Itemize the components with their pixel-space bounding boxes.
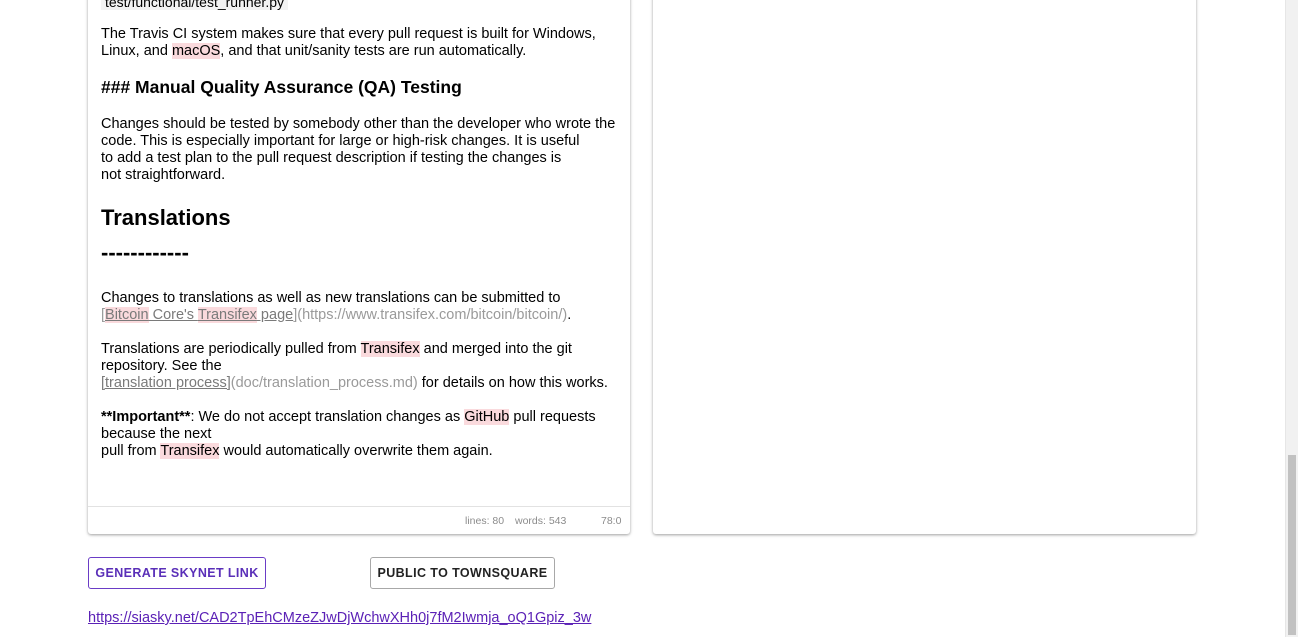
trans3-line-2: because the next bbox=[101, 426, 212, 442]
cursor-position: 78:0 bbox=[601, 515, 622, 527]
qa-paragraph: Changes should be tested by somebody oth… bbox=[101, 116, 615, 184]
trans3-line-3: pull from Transifex would automatically … bbox=[101, 443, 596, 460]
misspelled-word: Bitcoin bbox=[105, 307, 149, 323]
qa-heading: ### Manual Quality Assurance (QA) Testin… bbox=[101, 77, 462, 97]
text-fragment: and merged into the git bbox=[419, 341, 572, 357]
qa-line: to add a test plan to the pull request d… bbox=[101, 150, 562, 166]
text-fragment: pull requests bbox=[509, 409, 596, 425]
text-fragment: : We do not accept translation changes a… bbox=[190, 409, 465, 425]
link-url: (https://www.transifex.com/bitcoin/bitco… bbox=[297, 307, 568, 323]
translations-paragraph-3: **Important**: We do not accept translat… bbox=[101, 409, 596, 460]
misspelled-word: GitHub bbox=[464, 409, 510, 425]
misspelled-word: Transifex bbox=[160, 443, 220, 459]
text-fragment: would automatically overwrite them again… bbox=[219, 443, 493, 459]
qa-line: code. This is especially important for l… bbox=[101, 133, 580, 149]
translation-process-link[interactable]: [translation process] bbox=[101, 375, 231, 391]
text-fragment: . bbox=[567, 307, 572, 323]
trans3-line-1: **Important**: We do not accept translat… bbox=[101, 409, 596, 426]
link-fragment: Core's bbox=[148, 307, 198, 323]
misspelled-word: macOS bbox=[171, 43, 221, 59]
code-fragment: test/functional/test_runner.py bbox=[101, 0, 288, 10]
trans2-line-2: repository. See the bbox=[101, 358, 222, 374]
travis-line-1: The Travis CI system makes sure that eve… bbox=[101, 26, 596, 42]
translations-heading: Translations bbox=[101, 205, 231, 230]
generate-skynet-link-button[interactable]: GENERATE SKYNET LINK bbox=[88, 557, 266, 589]
word-count: words: 543 bbox=[515, 515, 567, 527]
editor-status-bar: lines: 80 words: 543 78:0 bbox=[88, 506, 630, 534]
public-to-townsquare-button[interactable]: PUBLIC TO TOWNSQUARE bbox=[370, 557, 555, 589]
qa-line: not straightforward. bbox=[101, 167, 226, 183]
text-fragment: for details on how this works. bbox=[417, 375, 608, 391]
link-fragment: page bbox=[256, 307, 294, 323]
trans1-line-1: Changes to translations as well as new t… bbox=[101, 290, 561, 306]
line-count: lines: 80 bbox=[465, 515, 505, 527]
code-line: test/functional/test_runner.py bbox=[101, 0, 288, 12]
text-fragment: Linux, and bbox=[101, 43, 172, 59]
page-scrollbar[interactable] bbox=[1285, 0, 1298, 637]
translations-rule: ------------ bbox=[101, 240, 189, 265]
translations-paragraph-2: Translations are periodically pulled fro… bbox=[101, 341, 608, 392]
trans2-line-3: [translation process](doc/translation_pr… bbox=[101, 375, 608, 392]
trans1-line-2: [Bitcoin Core's Transifex page](https://… bbox=[101, 307, 571, 324]
misspelled-word: Transifex bbox=[360, 341, 420, 357]
text-fragment: pull from bbox=[101, 443, 161, 459]
text-fragment: , and that unit/sanity tests are run aut… bbox=[220, 43, 527, 59]
trans2-line-1: Translations are periodically pulled fro… bbox=[101, 341, 608, 358]
skynet-link[interactable]: https://siasky.net/CAD2TpEhCMzeZJwDjWchw… bbox=[88, 610, 591, 626]
translations-paragraph-1: Changes to translations as well as new t… bbox=[101, 290, 571, 324]
link-url: (doc/translation_process.md) bbox=[230, 375, 418, 391]
scrollbar-thumb[interactable] bbox=[1288, 455, 1296, 635]
qa-line: Changes should be tested by somebody oth… bbox=[101, 116, 616, 132]
text-fragment: Translations are periodically pulled fro… bbox=[101, 341, 361, 357]
travis-line-2: Linux, and macOS, and that unit/sanity t… bbox=[101, 43, 596, 60]
preview-pane bbox=[653, 0, 1196, 534]
markdown-editor[interactable]: test/functional/test_runner.py The Travi… bbox=[88, 0, 630, 534]
important-bold: **Important** bbox=[101, 409, 191, 425]
misspelled-word: Transifex bbox=[197, 307, 257, 323]
travis-paragraph: The Travis CI system makes sure that eve… bbox=[101, 26, 596, 60]
transifex-link-text[interactable]: Bitcoin Core's Transifex page bbox=[105, 307, 293, 323]
